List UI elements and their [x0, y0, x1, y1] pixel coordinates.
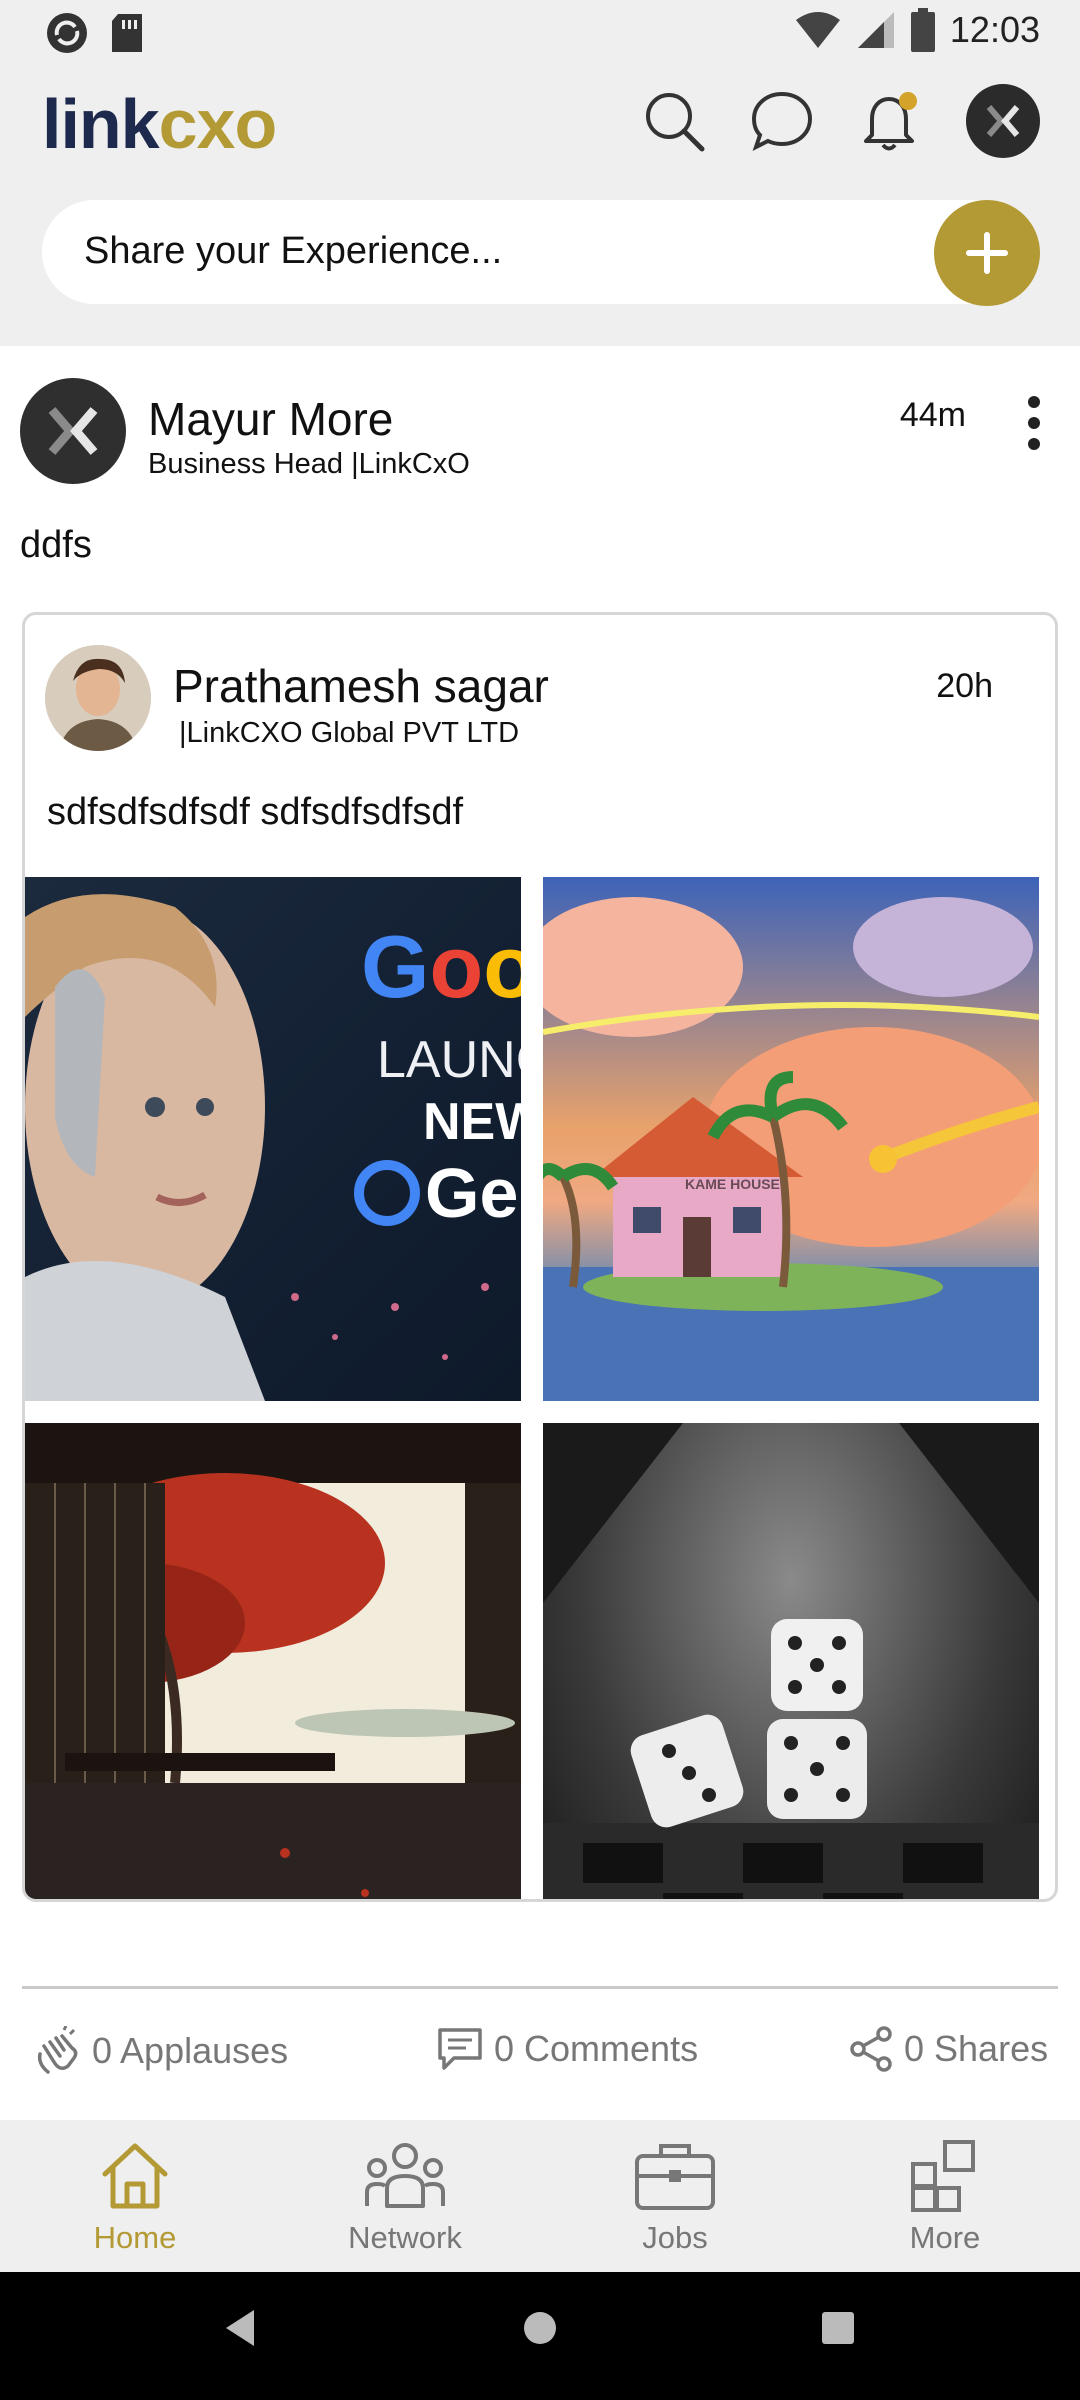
- applause-button[interactable]: 0 Applauses: [32, 2026, 288, 2076]
- kame-house-text: KAME HOUSE: [685, 1176, 780, 1192]
- briefcase-icon: [635, 2144, 715, 2210]
- comments-button[interactable]: 0 Comments: [436, 2026, 698, 2072]
- sd-card-icon: [112, 14, 142, 52]
- back-icon[interactable]: [222, 2308, 258, 2348]
- bottom-navigation: Home Network Jobs More: [0, 2120, 1080, 2272]
- nav-home-label: Home: [93, 2220, 177, 2255]
- launch-text: LAUNC: [377, 1031, 521, 1089]
- app-header: linkcxo: [0, 62, 1080, 182]
- system-navigation-bar: [0, 2272, 1080, 2400]
- add-post-button[interactable]: [934, 200, 1040, 306]
- nav-more-label: More: [909, 2220, 981, 2255]
- nav-jobs-label: Jobs: [642, 2220, 708, 2255]
- comment-icon: [438, 2028, 482, 2070]
- profile-avatar[interactable]: [966, 84, 1040, 158]
- notification-dot: [899, 92, 917, 110]
- island-house-image[interactable]: KAME HOUSE: [543, 877, 1039, 1401]
- wifi-icon: [795, 12, 840, 48]
- post-actions: 0 Applauses 0 Comments 0 Shares: [0, 2026, 1080, 2096]
- nav-jobs[interactable]: Jobs: [575, 2138, 775, 2256]
- nav-network[interactable]: Network: [305, 2138, 505, 2256]
- home-button-icon[interactable]: [522, 2308, 558, 2348]
- plus-icon: [966, 232, 1008, 274]
- ge-text: Ge: [425, 1154, 518, 1232]
- shares-button[interactable]: 0 Shares: [848, 2026, 1048, 2072]
- share-experience-input[interactable]: Share your Experience...: [42, 200, 1040, 306]
- chat-icon[interactable]: [750, 89, 814, 153]
- post-author-name[interactable]: Mayur More: [148, 392, 393, 446]
- post-author-avatar[interactable]: [20, 378, 126, 484]
- shared-author-name[interactable]: Prathamesh sagar: [173, 659, 549, 713]
- post-author-subtitle: Business Head |LinkCxO: [148, 448, 470, 480]
- linkcxo-logo[interactable]: linkcxo: [42, 84, 278, 164]
- post-text: ddfs: [20, 524, 92, 566]
- autumn-room-image[interactable]: [25, 1423, 521, 1899]
- shares-count: 0 Shares: [904, 2028, 1049, 2069]
- comments-count: 0 Comments: [494, 2028, 699, 2069]
- home-icon: [102, 2143, 168, 2209]
- nav-network-label: Network: [348, 2220, 462, 2255]
- grid-icon: [911, 2140, 975, 2212]
- status-bar: 12:03: [0, 0, 1080, 62]
- more-options-icon[interactable]: [1024, 396, 1044, 456]
- new-text: NEW: [423, 1093, 521, 1151]
- logo-text-cxo: cxo: [158, 85, 278, 163]
- share-icon: [850, 2026, 892, 2072]
- clock: 12:03: [949, 9, 1040, 50]
- signal-icon: [857, 12, 894, 48]
- goo-text: Goo: [361, 917, 521, 1016]
- shared-post-time: 20h: [936, 667, 993, 705]
- sync-icon: [47, 13, 87, 53]
- nav-home[interactable]: Home: [35, 2138, 235, 2256]
- post-time: 44m: [899, 396, 966, 434]
- applause-icon: [37, 2026, 78, 2074]
- share-placeholder: Share your Experience...: [84, 230, 503, 272]
- recents-icon[interactable]: [820, 2308, 856, 2348]
- dice-image[interactable]: [543, 1423, 1039, 1899]
- shared-author-avatar[interactable]: [45, 645, 151, 751]
- shared-post-card[interactable]: Prathamesh sagar |LinkCXO Global PVT LTD…: [22, 612, 1058, 1902]
- nav-more[interactable]: More: [845, 2138, 1045, 2256]
- logo-text-link: link: [42, 85, 160, 163]
- applause-count: 0 Applauses: [92, 2030, 289, 2071]
- bell-icon[interactable]: [858, 89, 922, 153]
- shared-post-text: sdfsdfsdfsdf sdfsdfsdfsdf: [47, 791, 464, 833]
- shared-author-subtitle: |LinkCXO Global PVT LTD: [179, 717, 520, 749]
- search-icon[interactable]: [642, 89, 706, 153]
- network-icon: [365, 2143, 445, 2208]
- battery-icon: [910, 8, 935, 52]
- feed: Mayur More Business Head |LinkCxO 44m dd…: [0, 346, 1080, 2120]
- google-launch-image[interactable]: Goo LAUNC NEW Ge: [25, 877, 521, 1401]
- divider: [22, 1986, 1058, 1989]
